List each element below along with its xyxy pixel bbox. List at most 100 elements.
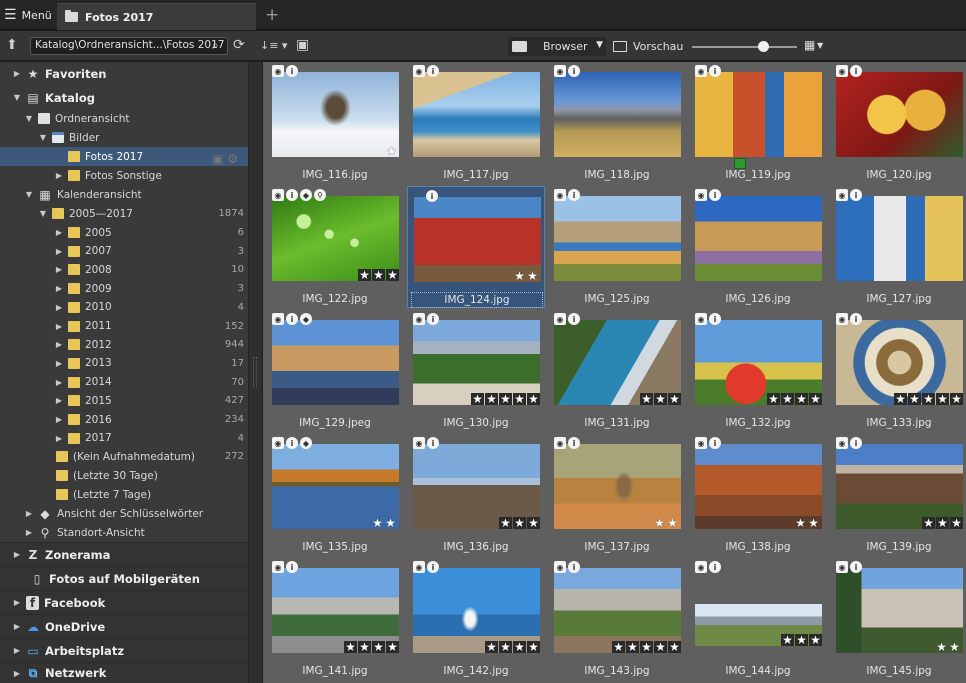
chevron-right-icon[interactable]: ▶: [54, 303, 64, 312]
photo-tile[interactable]: ◉ i ★ ★ IMG_145.jpg: [830, 558, 966, 680]
info-icon[interactable]: i: [568, 189, 580, 201]
rating-stars[interactable]: ★ ★: [371, 517, 397, 529]
rating-stars[interactable]: ★ ★ ★: [780, 633, 822, 646]
info-icon[interactable]: i: [850, 313, 862, 325]
add-tab-button[interactable]: +: [265, 5, 279, 25]
rating-stars[interactable]: ★ ★ ★ ★ ★: [893, 393, 963, 405]
browser-mode-button[interactable]: Browser ▼: [508, 37, 606, 56]
photo-tile[interactable]: ◉ i ★ ★ ★ ★ ★ IMG_143.jpg: [548, 558, 686, 680]
rating-stars[interactable]: ★ ★ ★ ★: [766, 393, 822, 405]
photo-tile[interactable]: ◉ i ★ ★ ★ ★ IMG_142.jpg: [407, 558, 545, 680]
menu-button[interactable]: ☰ Menü: [4, 6, 52, 24]
sidebar-item-kalenderansicht[interactable]: ▼ ▦ Kalenderansicht: [0, 185, 248, 204]
rating-stars[interactable]: ★ ★: [935, 641, 961, 653]
chevron-right-icon[interactable]: ▶: [54, 228, 64, 237]
photo-tile[interactable]: ◉ i ★ IMG_116.jpg: [266, 62, 404, 184]
photo-thumbnail[interactable]: [695, 72, 822, 157]
rating-stars[interactable]: ★: [385, 145, 398, 157]
photo-thumbnail[interactable]: [554, 72, 681, 157]
photo-tile[interactable]: ◉ i ★ ★ ★ IMG_139.jpg: [830, 434, 966, 556]
chevron-right-icon[interactable]: ▶: [54, 265, 64, 274]
search-icon[interactable]: ⌕: [212, 38, 219, 53]
info-icon[interactable]: i: [426, 190, 438, 202]
rating-stars[interactable]: ★ ★ ★ ★: [343, 641, 399, 653]
zoom-slider-handle[interactable]: [758, 41, 770, 52]
sidebar-item-year[interactable]: ▶ 2012 944: [0, 335, 248, 354]
photo-tile[interactable]: ◉ i ★ ★ IMG_137.jpg: [548, 434, 686, 556]
new-folder-icon[interactable]: ▣: [296, 37, 309, 53]
info-icon[interactable]: i: [568, 65, 580, 77]
info-icon[interactable]: i: [709, 313, 721, 325]
photo-tile[interactable]: ◉ i ★ ★ ★ ★ ★ IMG_133.jpg: [830, 310, 966, 432]
chevron-right-icon[interactable]: ▶: [12, 550, 22, 559]
chevron-right-icon[interactable]: ▶: [12, 622, 22, 631]
info-icon[interactable]: i: [286, 313, 298, 325]
chevron-right-icon[interactable]: ▶: [12, 598, 22, 607]
refresh-icon[interactable]: ⟳: [233, 37, 245, 53]
photo-thumbnail[interactable]: [413, 72, 540, 157]
chevron-down-icon[interactable]: ▼: [24, 190, 34, 199]
rating-stars[interactable]: ★ ★ ★: [639, 393, 681, 405]
catalog-tools-icon[interactable]: ▣ ⚙: [212, 152, 238, 166]
chevron-right-icon[interactable]: ▶: [24, 509, 34, 518]
photo-tile[interactable]: ◉ i ★ ★ ★ IMG_144.jpg: [689, 558, 827, 680]
photo-thumbnail[interactable]: [836, 196, 963, 281]
info-icon[interactable]: i: [850, 437, 862, 449]
chevron-right-icon[interactable]: ▶: [24, 528, 34, 537]
chevron-right-icon[interactable]: ▶: [12, 69, 22, 78]
info-icon[interactable]: i: [850, 65, 862, 77]
chevron-down-icon[interactable]: ▼: [38, 209, 48, 218]
sidebar-item-schluesselwoerter[interactable]: ▶ ◆ Ansicht der Schlüsselwörter: [0, 504, 248, 523]
folder-up-icon[interactable]: ⬆: [6, 37, 18, 53]
sidebar-item-ordneransicht[interactable]: ▼ Ordneransicht: [0, 109, 248, 128]
chevron-right-icon[interactable]: ▶: [54, 171, 64, 180]
sidebar-splitter[interactable]: [248, 62, 262, 683]
photo-tile[interactable]: ◉ i ◆ ★ ★ IMG_135.jpg: [266, 434, 404, 556]
photo-thumbnail[interactable]: [695, 196, 822, 281]
chevron-right-icon[interactable]: ▶: [54, 247, 64, 256]
rating-stars[interactable]: ★ ★ ★: [498, 517, 540, 529]
info-icon[interactable]: i: [568, 313, 580, 325]
zoom-slider[interactable]: [692, 46, 797, 48]
sidebar-item-katalog[interactable]: ▼ ▤ Katalog: [0, 88, 248, 107]
tab-fotos-2017[interactable]: Fotos 2017: [57, 3, 256, 30]
sidebar-item-range[interactable]: ▼ 2005—2017 1874: [0, 204, 248, 223]
chevron-right-icon[interactable]: ▶: [54, 378, 64, 387]
chevron-right-icon[interactable]: ▶: [54, 396, 64, 405]
info-icon[interactable]: i: [427, 437, 439, 449]
chevron-right-icon[interactable]: ▶: [54, 340, 64, 349]
info-icon[interactable]: i: [850, 189, 862, 201]
photo-tile[interactable]: ◉ i IMG_117.jpg: [407, 62, 545, 184]
rating-stars[interactable]: ★ ★ ★ ★ ★: [470, 393, 540, 405]
chevron-right-icon[interactable]: ▶: [54, 415, 64, 424]
splitter-handle[interactable]: [253, 357, 257, 387]
sidebar-item-letzte-30-tage[interactable]: (Letzte 30 Tage): [0, 466, 248, 485]
sidebar-item-year[interactable]: ▶ 2010 4: [0, 298, 248, 317]
info-icon[interactable]: i: [709, 189, 721, 201]
preview-mode-button[interactable]: Vorschau: [613, 37, 683, 56]
sidebar-item-kein-aufnahmedatum[interactable]: (Kein Aufnahmedatum) 272: [0, 447, 248, 466]
chevron-right-icon[interactable]: ▶: [12, 669, 22, 678]
info-icon[interactable]: i: [427, 561, 439, 573]
sort-icon[interactable]: ↓≡ ▾: [260, 39, 287, 52]
rating-stars[interactable]: ★ ★ ★ ★: [484, 641, 540, 653]
photo-tile[interactable]: ◉ i IMG_119.jpg: [689, 62, 827, 184]
sidebar-item-netzwerk[interactable]: ▶ ⧉ Netzwerk: [0, 662, 248, 683]
sidebar-item-year[interactable]: ▶ 2009 3: [0, 279, 248, 298]
sidebar-item-year[interactable]: ▶ 2017 4: [0, 429, 248, 448]
info-icon[interactable]: i: [286, 189, 298, 201]
info-icon[interactable]: i: [709, 65, 721, 77]
sidebar-item-year[interactable]: ▶ 2011 152: [0, 317, 248, 336]
photo-thumbnail[interactable]: [836, 72, 963, 157]
photo-tile[interactable]: ◉ i IMG_127.jpg: [830, 186, 966, 308]
rating-stars[interactable]: ★ ★ ★ ★ ★: [611, 641, 681, 653]
sidebar-item-fotos-2017[interactable]: Fotos 2017: [0, 147, 248, 166]
chevron-down-icon[interactable]: ▼: [12, 93, 22, 102]
photo-tile[interactable]: ◉ i ◆ IMG_129.jpeg: [266, 310, 404, 432]
sidebar-item-fotos-sonstige[interactable]: ▶ Fotos Sonstige: [0, 166, 248, 185]
rating-stars[interactable]: ★ ★: [794, 517, 820, 529]
photo-tile[interactable]: ◉ i IMG_125.jpg: [548, 186, 686, 308]
sidebar-item-zonerama[interactable]: ▶ Z Zonerama: [0, 542, 248, 566]
sidebar-item-arbeitsplatz[interactable]: ▶ ▭ Arbeitsplatz: [0, 638, 248, 662]
path-field[interactable]: Katalog\Ordneransicht...\Fotos 2017: [30, 37, 228, 55]
